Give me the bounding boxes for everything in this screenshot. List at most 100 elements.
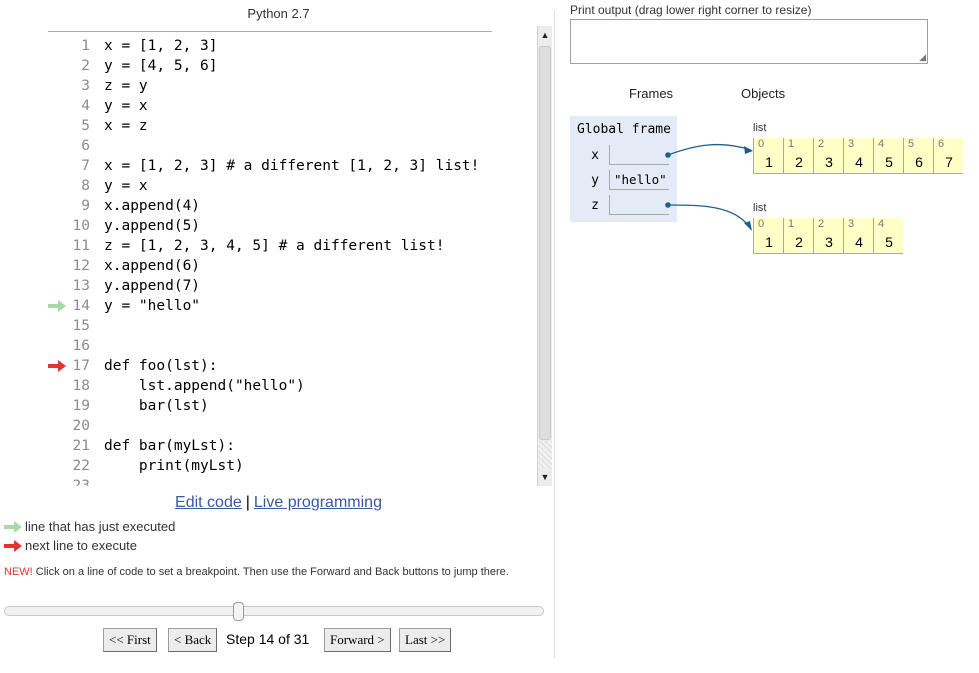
- code-line[interactable]: 6: [0, 136, 534, 156]
- pointer-x-to-list: [667, 143, 752, 156]
- line-number[interactable]: 15: [58, 316, 90, 336]
- line-number[interactable]: 16: [58, 336, 90, 356]
- pointer-x-arrowhead-icon: [744, 146, 753, 154]
- list-value: 5: [885, 234, 893, 250]
- forward-button[interactable]: Forward >: [324, 628, 391, 652]
- line-number[interactable]: 22: [58, 456, 90, 476]
- line-number[interactable]: 11: [58, 236, 90, 256]
- line-number[interactable]: 8: [58, 176, 90, 196]
- line-number[interactable]: 17: [58, 356, 90, 376]
- code-text[interactable]: z = [1, 2, 3, 4, 5] # a different list!: [104, 236, 444, 256]
- line-number[interactable]: 12: [58, 256, 90, 276]
- code-text[interactable]: x.append(6): [104, 256, 200, 276]
- code-line[interactable]: 23: [0, 476, 534, 486]
- code-text[interactable]: bar(lst): [104, 396, 209, 416]
- code-text[interactable]: z = y: [104, 76, 148, 96]
- code-line[interactable]: 7 x = [1, 2, 3] # a different [1, 2, 3] l…: [0, 156, 534, 176]
- code-line[interactable]: 5 x = z: [0, 116, 534, 136]
- code-line[interactable]: 13 y.append(7): [0, 276, 534, 296]
- code-line[interactable]: 18 lst.append("hello"): [0, 376, 534, 396]
- scroll-up-arrow-icon[interactable]: ▲: [538, 26, 552, 44]
- first-button[interactable]: << First: [103, 628, 157, 652]
- code-text[interactable]: x = [1, 2, 3]: [104, 36, 218, 56]
- list-cell: 45: [873, 218, 903, 254]
- line-number[interactable]: 4: [58, 96, 90, 116]
- line-number[interactable]: 10: [58, 216, 90, 236]
- link-separator: |: [245, 494, 250, 511]
- code-line[interactable]: 20: [0, 416, 534, 436]
- var-name-z: z: [591, 198, 599, 213]
- list-value: 2: [795, 154, 803, 170]
- code-line[interactable]: 10 y.append(5): [0, 216, 534, 236]
- code-text[interactable]: y = [4, 5, 6]: [104, 56, 218, 76]
- line-number[interactable]: 18: [58, 376, 90, 396]
- scroll-thumb[interactable]: [539, 46, 551, 440]
- code-line[interactable]: 12 x.append(6): [0, 256, 534, 276]
- code-text[interactable]: x.append(4): [104, 196, 200, 216]
- pointer-z-to-list: [667, 204, 751, 229]
- code-text[interactable]: y = "hello": [104, 296, 200, 316]
- list-value: 2: [795, 234, 803, 250]
- line-number[interactable]: 21: [58, 436, 90, 456]
- last-button[interactable]: Last >>: [399, 628, 452, 652]
- title-divider: [48, 31, 492, 32]
- code-line[interactable]: 1 x = [1, 2, 3]: [0, 36, 534, 56]
- code-line[interactable]: 8 y = x: [0, 176, 534, 196]
- back-button[interactable]: < Back: [168, 628, 218, 652]
- code-line[interactable]: 4 y = x: [0, 96, 534, 116]
- list-cell: 01: [753, 138, 783, 174]
- scroll-down-arrow-icon[interactable]: ▼: [538, 468, 552, 486]
- code-text[interactable]: y = x: [104, 96, 148, 116]
- edit-code-link[interactable]: Edit code: [175, 494, 242, 511]
- code-scrollbar[interactable]: ▲ ▼: [537, 26, 552, 486]
- line-number[interactable]: 5: [58, 116, 90, 136]
- code-line[interactable]: 19 bar(lst): [0, 396, 534, 416]
- line-number[interactable]: 9: [58, 196, 90, 216]
- resize-grip-icon[interactable]: ◢: [919, 53, 926, 62]
- code-line[interactable]: 16: [0, 336, 534, 356]
- code-line[interactable]: 14 y = "hello": [0, 296, 534, 316]
- line-number[interactable]: 14: [58, 296, 90, 316]
- list-type-label: list: [753, 202, 767, 214]
- list-value: 6: [915, 154, 923, 170]
- line-number[interactable]: 6: [58, 136, 90, 156]
- list-index: 4: [878, 218, 885, 230]
- code-text[interactable]: x = z: [104, 116, 148, 136]
- code-line[interactable]: 3 z = y: [0, 76, 534, 96]
- code-line[interactable]: 15: [0, 316, 534, 336]
- code-line[interactable]: 21 def bar(myLst):: [0, 436, 534, 456]
- code-text[interactable]: x = [1, 2, 3] # a different [1, 2, 3] li…: [104, 156, 479, 176]
- code-line[interactable]: 2 y = [4, 5, 6]: [0, 56, 534, 76]
- print-output-label: Print output (drag lower right corner to…: [570, 3, 812, 17]
- code-line[interactable]: 9 x.append(4): [0, 196, 534, 216]
- code-text[interactable]: y.append(7): [104, 276, 200, 296]
- slider-handle[interactable]: [233, 602, 244, 621]
- pane-divider: [554, 10, 555, 658]
- code-text[interactable]: lst.append("hello"): [104, 376, 305, 396]
- code-text[interactable]: y.append(5): [104, 216, 200, 236]
- line-number[interactable]: 2: [58, 56, 90, 76]
- step-counter: Step 14 of 31: [226, 631, 310, 647]
- line-number[interactable]: 23: [58, 476, 90, 486]
- line-number[interactable]: 7: [58, 156, 90, 176]
- list-cell: 23: [813, 138, 843, 174]
- code-line[interactable]: 11 z = [1, 2, 3, 4, 5] # a different list…: [0, 236, 534, 256]
- code-text[interactable]: def foo(lst):: [104, 356, 218, 376]
- line-number[interactable]: 13: [58, 276, 90, 296]
- list-value: 7: [945, 154, 953, 170]
- line-number[interactable]: 20: [58, 416, 90, 436]
- step-slider[interactable]: [4, 602, 544, 621]
- code-text[interactable]: print(myLst): [104, 456, 244, 476]
- code-line[interactable]: 22 print(myLst): [0, 456, 534, 476]
- line-number[interactable]: 19: [58, 396, 90, 416]
- print-output-box[interactable]: ◢: [570, 19, 928, 64]
- code-line[interactable]: 17 def foo(lst):: [0, 356, 534, 376]
- line-number[interactable]: 3: [58, 76, 90, 96]
- list-cell: 12: [783, 138, 813, 174]
- scroll-track[interactable]: [538, 441, 552, 469]
- live-programming-link[interactable]: Live programming: [254, 494, 382, 511]
- code-text[interactable]: def bar(myLst):: [104, 436, 235, 456]
- legend-just-executed-label: line that has just executed: [25, 519, 176, 534]
- line-number[interactable]: 1: [58, 36, 90, 56]
- code-text[interactable]: y = x: [104, 176, 148, 196]
